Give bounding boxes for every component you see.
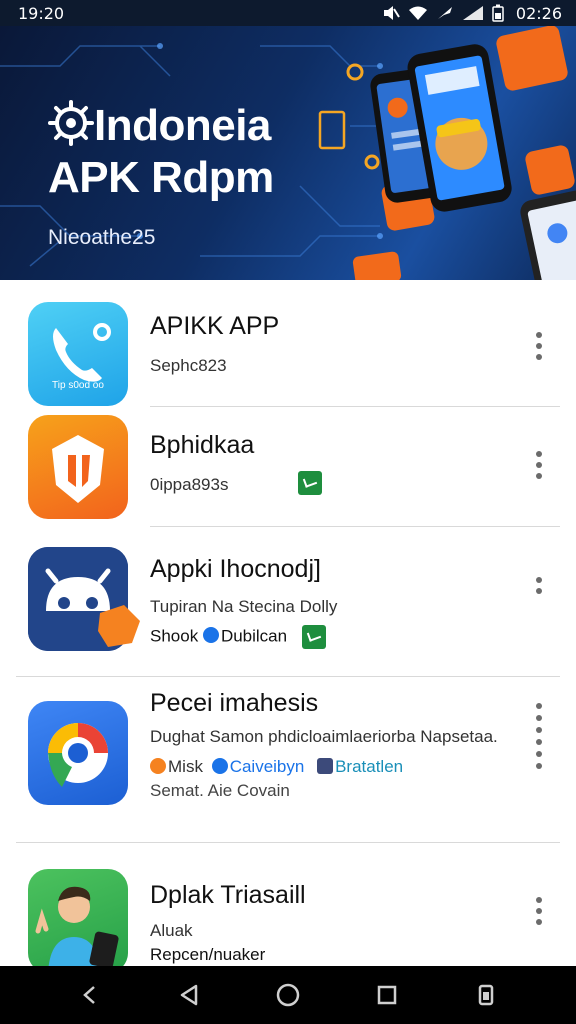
app-version: Sephc823	[150, 356, 227, 375]
system-nav-bar	[0, 966, 576, 1024]
app-meta-secondary: Semat. Aie Covain	[150, 781, 290, 800]
recents-square-icon[interactable]	[367, 975, 407, 1015]
app-name: APIKK APP	[150, 312, 280, 340]
mute-icon	[383, 6, 400, 20]
back-chevron-icon[interactable]	[70, 975, 110, 1015]
info-dot-icon	[202, 627, 219, 644]
brand-logo-icon	[48, 100, 94, 146]
orange-dot-icon	[150, 758, 166, 774]
app-description: Dughat Samon phdicloaimlaeriorba Napseta…	[150, 727, 498, 746]
meta-label: Dubilcan	[220, 626, 288, 646]
banner-title-line2: APK Rdpm	[48, 153, 274, 202]
meta-label: Bratatlen	[335, 757, 404, 776]
banner-title: Indoneia APK Rdpm	[48, 100, 274, 204]
app-icon-caption: Tip s0od oo	[52, 380, 104, 391]
store-icon	[317, 758, 334, 774]
more-options-icon[interactable]	[530, 577, 548, 594]
verified-badge-icon	[298, 471, 322, 495]
list-item[interactable]: Bphidkaa 0ippa893s	[0, 407, 576, 527]
more-options-icon[interactable]	[530, 451, 548, 479]
app-version: Aluak	[150, 921, 193, 940]
app-name: Pecei imahesis	[150, 689, 319, 717]
app-icon-person	[28, 869, 128, 966]
meta-label: Misk	[168, 757, 203, 776]
wifi-icon	[408, 6, 427, 20]
back-triangle-icon[interactable]	[169, 975, 209, 1015]
status-clock-right: 02:26	[515, 3, 562, 23]
home-circle-icon[interactable]	[268, 975, 308, 1015]
list-item[interactable]: Dplak Triasaill Aluak Repcen/nuaker	[0, 843, 576, 966]
app-icon-chrome-like	[28, 701, 128, 805]
meta-label: Shook	[150, 626, 199, 646]
more-options-icon[interactable]	[530, 703, 548, 769]
more-options-icon[interactable]	[530, 332, 548, 360]
airplane-icon	[437, 7, 452, 19]
app-icon-shield	[28, 415, 128, 519]
banner-title-line1: Indoneia	[94, 101, 271, 150]
app-meta: Shook Dubilcan	[150, 625, 326, 649]
list-item[interactable]: Tip s0od oo APIKK APP Sephc823	[0, 280, 576, 406]
app-version: 0ippa893s	[150, 475, 229, 494]
battery-icon	[492, 4, 504, 22]
app-description: Tupiran Na Stecina Dolly	[150, 597, 338, 616]
signal-icon	[462, 6, 483, 20]
screenshot-icon[interactable]	[466, 975, 506, 1015]
app-icon-phone: Tip s0od oo	[28, 302, 128, 406]
list-item[interactable]: Pecei imahesis Dughat Samon phdicloaimla…	[0, 677, 576, 843]
app-name: Dplak Triasaill	[150, 881, 306, 909]
app-icon-robot	[28, 547, 140, 651]
status-bar: 19:20 02:26	[0, 0, 576, 26]
blue-dot-icon	[211, 758, 228, 774]
meta-label: Caiveibyn	[229, 757, 305, 776]
more-options-icon[interactable]	[530, 897, 548, 925]
app-name: Bphidkaa	[150, 431, 255, 459]
app-meta: Misk Caiveibyn Bratatlen	[150, 757, 403, 777]
app-meta: Repcen/nuaker	[150, 945, 266, 964]
hero-banner: Indoneia APK Rdpm Nieoathe25	[0, 26, 576, 280]
status-time: 19:20	[18, 3, 65, 23]
list-item[interactable]: Appki Ihocnodj] Tupiran Na Stecina Dolly…	[0, 527, 576, 677]
app-name: Appki Ihocnodj]	[150, 555, 321, 583]
verified-badge-icon	[301, 625, 326, 649]
banner-subtitle: Nieoathe25	[48, 226, 156, 249]
